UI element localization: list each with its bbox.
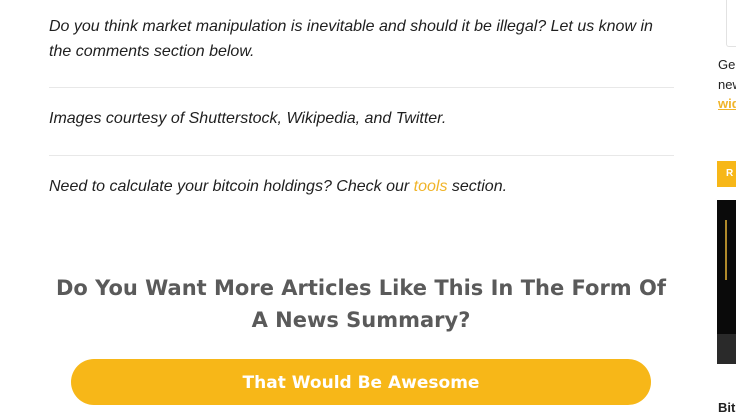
page: Do you think market manipulation is inev…: [0, 0, 736, 416]
image-credits: Images courtesy of Shutterstock, Wikiped…: [49, 110, 447, 127]
comment-prompt: Do you think market manipulation is inev…: [49, 18, 653, 60]
tools-prompt-before: Need to calculate your bitcoin holdings?…: [49, 178, 414, 195]
tools-prompt-after: section.: [447, 178, 508, 195]
sidebar: Ge new wid R Bit: [716, 0, 736, 416]
tools-prompt: Need to calculate your bitcoin holdings?…: [49, 174, 507, 199]
awesome-button[interactable]: That Would Be Awesome: [71, 359, 651, 405]
sidebar-section-badge: R: [717, 161, 736, 187]
sidebar-text: Ge: [718, 57, 736, 72]
sidebar-text: new: [718, 77, 736, 92]
divider: [49, 155, 674, 156]
sidebar-article-title[interactable]: Bit: [718, 399, 735, 416]
sidebar-link[interactable]: wid: [718, 95, 736, 113]
video-controls-bar: [717, 334, 736, 364]
sidebar-video-thumbnail[interactable]: [717, 200, 736, 364]
cta-heading: Do You Want More Articles Like This In T…: [56, 276, 666, 332]
tools-link[interactable]: tools: [414, 178, 448, 195]
divider: [49, 87, 674, 88]
sidebar-search-box[interactable]: [726, 0, 736, 47]
video-graphic: [725, 220, 727, 280]
